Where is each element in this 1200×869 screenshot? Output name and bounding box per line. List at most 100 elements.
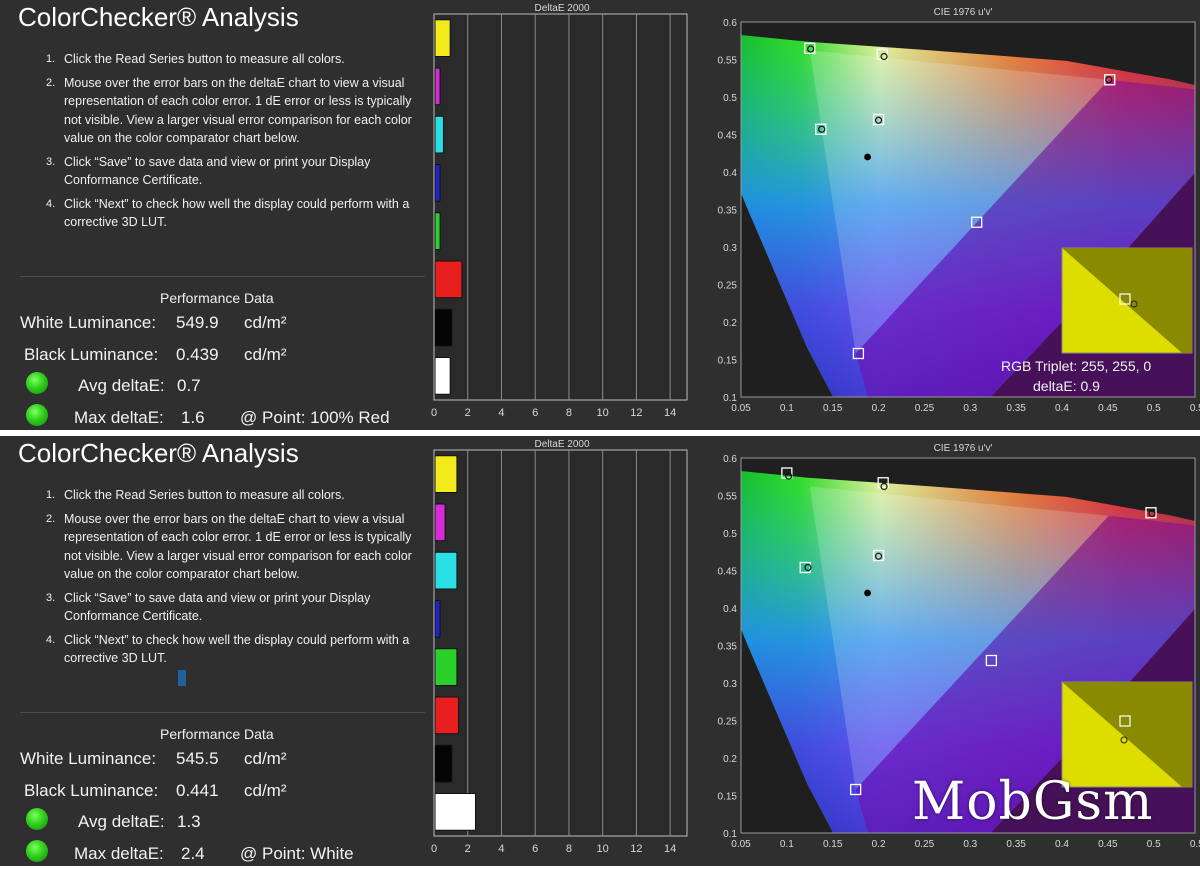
instruction-number: 3. xyxy=(46,155,56,168)
bar-magenta xyxy=(434,67,441,106)
instruction-item: 3. Click “Save” to save data and view or … xyxy=(46,153,430,190)
avg-deltae-label: Avg deltaE: xyxy=(78,376,165,395)
bar-black xyxy=(434,744,453,783)
white-point-dot xyxy=(864,589,871,597)
cie-diagram: CIE 1976 u'v' 0.05 0.1 0.15 0.2 0.25 0.3 0.35 0… xyxy=(710,0,1200,430)
deltae-chart-svg: DeltaE 2000 0 2 4 6 8 10 12 14 xyxy=(431,439,688,855)
x-tick-label: 0.05 xyxy=(731,403,751,414)
black-luminance-value: 0.441 xyxy=(176,781,219,800)
chart-title: DeltaE 2000 xyxy=(534,439,589,450)
x-tick-label: 0.25 xyxy=(915,839,935,850)
bar-white xyxy=(434,357,451,395)
x-tick-label: 6 xyxy=(532,407,538,419)
bar-magenta xyxy=(434,503,446,542)
x-tick-label: 6 xyxy=(532,843,538,855)
bar-red xyxy=(434,696,460,735)
bar-cyan xyxy=(434,115,444,154)
colorchecker-panel-1: ColorChecker® Analysis 1. Click the Read … xyxy=(0,0,1200,430)
instruction-item: 4. Click “Next” to check how well the dis… xyxy=(46,195,430,232)
instruction-text: Click “Next” to check how well the displ… xyxy=(64,196,410,230)
y-tick-label: 0.45 xyxy=(718,567,738,578)
y-tick-label: 0.6 xyxy=(723,454,737,465)
x-tick-label: 0.05 xyxy=(731,839,751,850)
instruction-text: Click the Read Series button to measure … xyxy=(64,52,345,66)
deltae-bar-chart: DeltaE 2000 0 2 4 6 8 10 12 14 xyxy=(430,0,695,430)
x-tick-label: 10 xyxy=(597,407,609,419)
instruction-number: 3. xyxy=(46,591,56,604)
instruction-text: Click “Save” to save data and view or pr… xyxy=(64,154,371,188)
instruction-text: Mouse over the error bars on the deltaE … xyxy=(64,75,412,146)
black-luminance-label: Black Luminance: xyxy=(24,781,159,800)
cie-title: CIE 1976 u'v' xyxy=(934,7,993,18)
x-tick-label: 0.5 xyxy=(1147,839,1161,850)
y-tick-label: 0.6 xyxy=(723,18,737,29)
instruction-item: 2. Mouse over the error bars on the delta… xyxy=(46,74,430,148)
white-luminance-label: White Luminance: xyxy=(20,749,157,768)
x-tick-label: 12 xyxy=(630,407,642,419)
avg-status-icon xyxy=(26,372,48,394)
y-tick-label: 0.4 xyxy=(723,168,737,179)
instruction-number: 2. xyxy=(46,76,56,89)
x-tick-label: 14 xyxy=(664,843,676,855)
x-tick-label: 0.15 xyxy=(823,839,843,850)
x-tick-label: 0.15 xyxy=(823,403,843,414)
x-tick-label: 4 xyxy=(498,407,504,419)
color-comparator-inset xyxy=(1061,247,1193,354)
instruction-number: 4. xyxy=(46,633,56,646)
y-tick-label: 0.4 xyxy=(723,604,737,615)
y-tick-label: 0.15 xyxy=(718,356,738,367)
bar-green xyxy=(434,648,458,686)
avg-status-icon xyxy=(26,808,48,830)
bar-white xyxy=(434,793,476,831)
section-divider xyxy=(20,276,425,277)
instruction-item: 1. Click the Read Series button to measur… xyxy=(46,50,430,69)
bar-cyan xyxy=(434,551,458,590)
y-tick-label: 0.25 xyxy=(718,717,738,728)
bar-red xyxy=(434,260,463,299)
bar-yellow xyxy=(434,19,451,57)
x-tick-label: 0.3 xyxy=(963,403,977,414)
x-tick-label: 0.35 xyxy=(1006,839,1026,850)
x-tick-label: 0.1 xyxy=(780,839,794,850)
black-luminance-unit: cd/m² xyxy=(244,345,287,364)
y-tick-label: 0.5 xyxy=(723,93,737,104)
x-tick-label: 10 xyxy=(597,843,609,855)
y-tick-label: 0.55 xyxy=(718,56,738,67)
performance-title: Performance Data xyxy=(160,290,274,306)
max-deltae-value: 2.4 xyxy=(181,844,205,863)
black-luminance-value: 0.439 xyxy=(176,345,219,364)
y-tick-label: 0.15 xyxy=(718,792,738,803)
y-tick-label: 0.2 xyxy=(723,754,737,765)
bar-black xyxy=(434,308,453,347)
white-luminance-unit: cd/m² xyxy=(244,749,287,768)
cie-chart-svg: CIE 1976 u'v' 0.05 0.1 0.15 0.2 0.25 0.3 0.35 0… xyxy=(718,7,1200,414)
x-tick-label: 0.25 xyxy=(915,403,935,414)
watermark: MobGsm xyxy=(912,772,1154,832)
instruction-text: Click “Save” to save data and view or pr… xyxy=(64,590,371,624)
black-luminance-unit: cd/m² xyxy=(244,781,287,800)
instruction-text: Click “Next” to check how well the displ… xyxy=(64,632,410,666)
deltae-chart-svg: DeltaE 2000 0 2 4 6 8 10 12 14 xyxy=(431,3,688,419)
text-cursor-highlight xyxy=(178,670,186,686)
max-deltae-value: 1.6 xyxy=(181,408,205,427)
x-tick-label: 0.45 xyxy=(1098,839,1118,850)
instruction-item: 2. Mouse over the error bars on the delta… xyxy=(46,510,430,584)
max-status-icon xyxy=(26,404,48,426)
x-tick-label: 0 xyxy=(431,407,437,419)
instruction-number: 2. xyxy=(46,512,56,525)
bar-blue xyxy=(434,164,441,202)
y-tick-label: 0.45 xyxy=(718,131,738,142)
bar-green xyxy=(434,212,441,250)
instructions-list: 1. Click the Read Series button to measur… xyxy=(46,50,430,237)
avg-deltae-label: Avg deltaE: xyxy=(78,812,165,831)
x-tick-label: 8 xyxy=(566,407,572,419)
white-luminance-value: 545.5 xyxy=(176,749,219,768)
x-tick-label: 0 xyxy=(431,843,437,855)
instruction-text: Click the Read Series button to measure … xyxy=(64,488,345,502)
white-luminance-unit: cd/m² xyxy=(244,313,287,332)
x-tick-label: 4 xyxy=(498,843,504,855)
instruction-item: 3. Click “Save” to save data and view or … xyxy=(46,589,430,626)
white-luminance-label: White Luminance: xyxy=(20,313,157,332)
x-tick-label: 0.55 xyxy=(1190,403,1200,414)
instruction-number: 1. xyxy=(46,489,56,501)
